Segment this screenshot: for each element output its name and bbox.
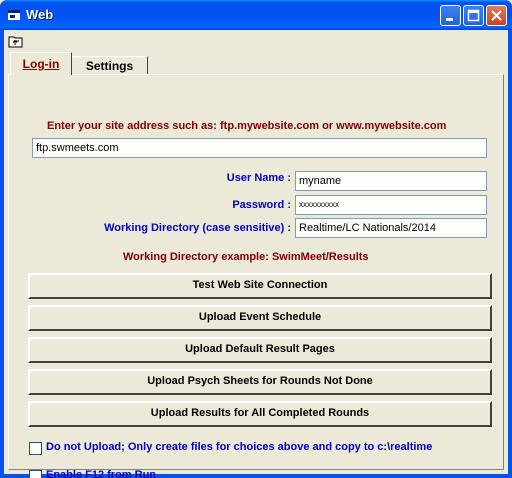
minimize-button[interactable] [440, 5, 461, 26]
tab-strip: Log-in Settings [8, 52, 508, 75]
no-upload-label[interactable]: Do not Upload; Only create files for cho… [46, 441, 432, 453]
tab-settings-label: Settings [85, 59, 134, 73]
minimize-icon [446, 18, 453, 21]
working-directory-field[interactable]: Realtime/LC Nationals/2014 [295, 218, 487, 238]
maximize-icon [467, 9, 480, 22]
upload-completed-results-button[interactable]: Upload Results for All Completed Rounds [28, 401, 492, 427]
tab-login[interactable]: Log-in [10, 52, 72, 75]
test-connection-button[interactable]: Test Web Site Connection [28, 273, 492, 299]
working-directory-example: Working Directory example: SwimMeet/Resu… [123, 251, 369, 263]
working-directory-label: Working Directory (case sensitive) : [104, 222, 291, 234]
user-name-label: User Name : [226, 172, 291, 184]
no-upload-checkbox[interactable] [29, 442, 42, 455]
window: Web Log-in Settings Enter your site addr… [0, 0, 512, 478]
app-icon [8, 10, 20, 20]
tab-settings[interactable]: Settings [72, 56, 148, 74]
site-address-field[interactable]: ftp.swmeets.com [32, 138, 487, 158]
folder-up-icon[interactable] [8, 34, 24, 48]
upload-event-schedule-button[interactable]: Upload Event Schedule [28, 305, 492, 331]
site-instruction: Enter your site address such as: ftp.myw… [47, 120, 447, 132]
password-field[interactable]: xxxxxxxxxx [295, 195, 487, 215]
close-button[interactable] [486, 5, 507, 26]
maximize-button[interactable] [463, 5, 484, 26]
enable-f12-label[interactable]: Enable F12 from Run [46, 469, 156, 478]
title-bar[interactable]: Web [0, 0, 512, 30]
window-border-right [508, 30, 512, 478]
user-name-field[interactable]: myname [295, 171, 487, 191]
client-area: Log-in Settings Enter your site address … [4, 30, 508, 478]
upload-default-results-button[interactable]: Upload Default Result Pages [28, 337, 492, 363]
tab-login-label: Log-in [22, 57, 60, 71]
close-icon [491, 10, 502, 21]
password-label: Password : [232, 199, 291, 211]
login-panel: Enter your site address such as: ftp.myw… [8, 74, 504, 478]
window-title: Web [26, 7, 54, 22]
enable-f12-checkbox[interactable] [29, 470, 42, 478]
upload-psych-sheets-button[interactable]: Upload Psych Sheets for Rounds Not Done [28, 369, 492, 395]
